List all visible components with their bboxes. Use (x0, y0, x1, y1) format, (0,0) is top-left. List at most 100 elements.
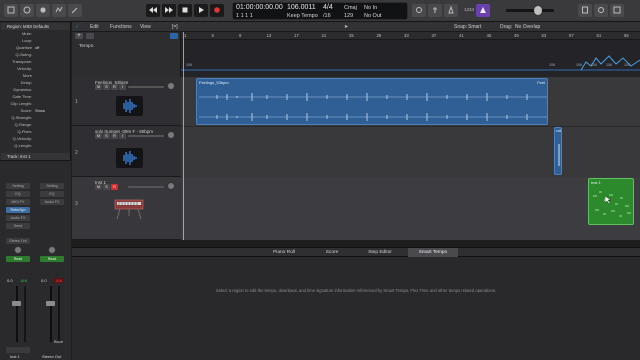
track-pan-knob[interactable] (167, 82, 175, 90)
right-audio-fx-button[interactable]: Audio FX (40, 199, 64, 205)
region-param-row[interactable]: Q-Swing: (2, 52, 68, 58)
edit-menu[interactable]: Edit (90, 24, 99, 30)
region-param-row[interactable]: Q-Range: (2, 122, 68, 128)
right-fader-cap[interactable] (46, 301, 55, 306)
input-monitor-button[interactable]: I (119, 133, 126, 139)
region-param-row[interactable]: Clip Length: (2, 101, 68, 107)
play-button[interactable] (194, 4, 208, 17)
right-eq-button[interactable]: EQ (40, 191, 64, 197)
region-param-row[interactable]: Gate Time: (2, 94, 68, 100)
notepad-icon[interactable] (578, 4, 592, 17)
region-param-value[interactable]: Show (35, 108, 45, 113)
record-enable-button[interactable]: R (111, 133, 118, 139)
info-icon[interactable] (20, 4, 34, 17)
stop-button[interactable] (178, 4, 192, 17)
editors-icon[interactable] (68, 4, 82, 17)
region-param-row[interactable]: Quantize off (2, 45, 68, 51)
rewind-button[interactable] (146, 4, 160, 17)
master-volume-slider[interactable] (506, 6, 554, 15)
record-button[interactable] (210, 4, 224, 17)
playhead[interactable] (183, 32, 184, 240)
region-param-row[interactable]: More (2, 73, 68, 79)
left-eq-button[interactable]: EQ (6, 191, 30, 197)
region-param-row[interactable]: Transpose: (2, 59, 68, 65)
tempo-track-lane[interactable]: 106 106 106 105 106 105 (181, 40, 640, 77)
right-setting-button[interactable]: Setting (40, 183, 64, 189)
region-param-row[interactable]: Velocity: (2, 66, 68, 72)
left-output-button[interactable]: Stereo Out (6, 238, 30, 244)
loop-browser-icon[interactable] (594, 4, 608, 17)
cycle-icon[interactable] (412, 4, 426, 17)
left-instrument-slot[interactable]: RetroSyn (6, 207, 30, 213)
master-volume-handle[interactable] (534, 6, 542, 15)
tracks-lanes[interactable]: Feelings_53bpm Feel soli Inst 1 (181, 77, 640, 240)
functions-menu[interactable]: Functions (110, 24, 132, 30)
solo-button[interactable]: S (103, 184, 110, 190)
region-param-row[interactable]: Mute: (2, 31, 68, 37)
track-header-2[interactable]: 2 solo trumpet -09m F - 90bpm M S R I (72, 126, 181, 177)
tab-smart-tempo[interactable]: Smart Tempo (408, 248, 458, 257)
back-chevron-icon[interactable]: ‹ (76, 24, 78, 30)
left-setting-button[interactable]: Setting (6, 183, 30, 189)
count-in-icon[interactable] (476, 4, 490, 17)
left-midi-fx-button[interactable]: MIDI FX (6, 199, 30, 205)
region-param-value[interactable]: off (35, 45, 39, 50)
track-header-1[interactable]: 1 Feelings_53bpm M S R I (72, 77, 181, 126)
track-volume-slider[interactable] (128, 86, 164, 88)
tuner-icon[interactable] (428, 4, 442, 17)
right-pan-knob[interactable] (48, 246, 56, 254)
drag-select[interactable]: No Overlap (515, 24, 540, 30)
solo-button[interactable]: S (103, 84, 110, 90)
metronome-icon[interactable] (444, 4, 458, 17)
view-menu[interactable]: View (140, 24, 151, 30)
audio-region-feelings[interactable]: Feelings_53bpm Feel (196, 78, 548, 125)
region-param-row[interactable]: Score: Show (2, 108, 68, 114)
snap-select[interactable]: Smart (468, 24, 481, 30)
left-pan-knob[interactable] (14, 246, 22, 254)
left-volume-fader[interactable] (16, 286, 18, 342)
right-automation-mode[interactable]: Read (40, 256, 64, 262)
track-volume-slider[interactable] (128, 135, 164, 137)
input-monitor-button[interactable]: I (119, 84, 126, 90)
mixer-icon[interactable] (52, 4, 66, 17)
region-param-row[interactable]: Loop: (2, 38, 68, 44)
track-view-toggle[interactable] (170, 33, 178, 39)
bounce-label[interactable]: Bnce (54, 339, 63, 344)
left-send-button[interactable]: Send (6, 223, 30, 229)
mute-button[interactable]: M (95, 133, 102, 139)
catch-playhead-icon[interactable]: [=] (172, 24, 178, 30)
global-tracks-button[interactable] (86, 33, 94, 39)
bar-ruler[interactable]: 1 5 9 13 17 21 25 29 33 37 41 45 49 53 57 61 65 (181, 32, 640, 40)
pointer-tool-icon[interactable]: ➤ (344, 24, 348, 30)
tab-score[interactable]: Score (312, 248, 352, 257)
track-volume-slider[interactable] (128, 186, 164, 188)
add-track-button[interactable]: + (75, 33, 83, 39)
midi-region-inst1[interactable]: Inst 1 (588, 178, 634, 225)
forward-button[interactable] (162, 4, 176, 17)
track-pan-knob[interactable] (167, 182, 175, 190)
region-param-row[interactable]: Q-Strength: (2, 115, 68, 121)
audio-region-trumpet[interactable]: soli (554, 127, 562, 175)
lcd-display[interactable]: 01:00:00:00.00 1 1 1 1 106.0011 Keep Tem… (232, 2, 408, 20)
region-param-row[interactable]: Q-Flam: (2, 129, 68, 135)
track-header[interactable]: Track: Inst 1 (1, 153, 70, 160)
track-header-3[interactable]: 3 Inst 1 M S R (72, 177, 181, 240)
record-enable-button[interactable]: R (111, 84, 118, 90)
region-param-row[interactable]: Dynamics: (2, 87, 68, 93)
region-param-row[interactable]: Q-Length: (2, 143, 68, 149)
region-param-row[interactable]: Q-Velocity: (2, 136, 68, 142)
solo-button[interactable]: S (103, 133, 110, 139)
library-icon[interactable] (4, 4, 18, 17)
region-param-row[interactable]: Delay: (2, 80, 68, 86)
left-fader-cap[interactable] (12, 301, 21, 306)
left-audio-fx-button[interactable]: Audio FX (6, 215, 30, 221)
track-pan-knob[interactable] (167, 131, 175, 139)
tab-step-editor[interactable]: Step Editor (352, 248, 408, 257)
browser-icon[interactable] (610, 4, 624, 17)
mute-button[interactable]: M (95, 184, 102, 190)
smart-controls-icon[interactable] (36, 4, 50, 17)
region-header[interactable]: Region: MIDI Defaults (1, 23, 70, 30)
right-volume-fader[interactable] (50, 286, 52, 342)
left-automation-mode[interactable]: Read (6, 256, 30, 262)
mute-button[interactable]: M (95, 84, 102, 90)
